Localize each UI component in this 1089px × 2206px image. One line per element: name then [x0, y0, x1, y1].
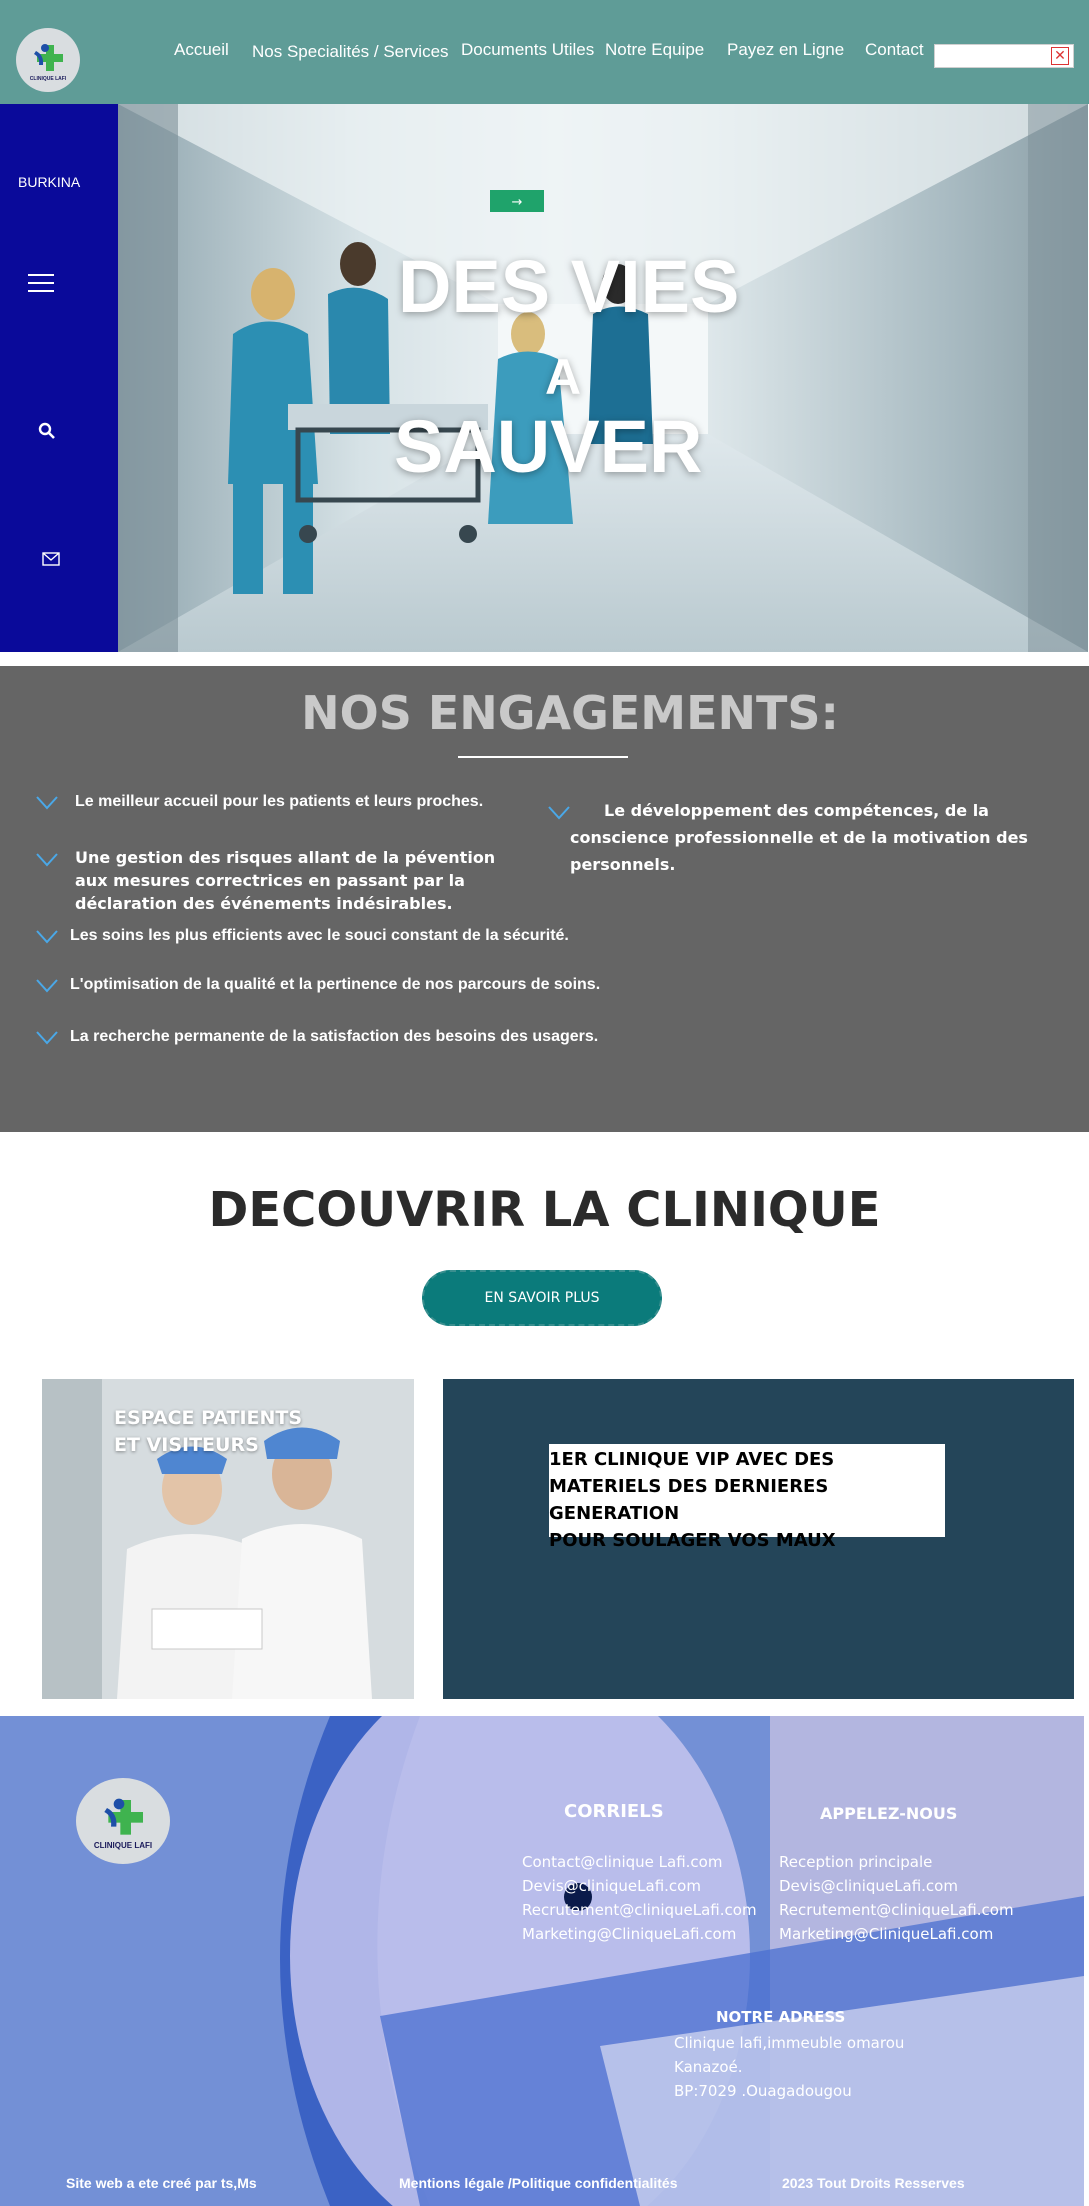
- mri-scanner-image: [0, 1716, 1084, 2206]
- adress-title: NOTRE ADRESS: [716, 2008, 846, 2026]
- appelez-line: Reception principale: [779, 1853, 933, 1871]
- logo-text: CLINIQUE LAFI: [29, 75, 67, 82]
- search-input[interactable]: ✕: [934, 44, 1074, 68]
- engagement-item: Une gestion des risques allant de la pév…: [75, 848, 496, 913]
- engagements-title: NOS ENGAGEMENTS:: [301, 686, 839, 740]
- decouvrir-title: DECOUVRIR LA CLINIQUE: [208, 1182, 881, 1238]
- nav-equipe[interactable]: Notre Equipe: [605, 40, 704, 60]
- search-icon[interactable]: [38, 422, 56, 440]
- engagement-item: Le développement des compétences, de la …: [570, 801, 1028, 874]
- hero-title-line2: A: [545, 349, 582, 405]
- logo-text: CLINIQUE LAFI: [93, 1841, 153, 1850]
- site-header: CLINIQUE LAFI Accueil Nos Specialités / …: [0, 0, 1089, 104]
- engagement-item: Le meilleur accueil pour les patients et…: [75, 793, 484, 810]
- chevron-down-icon: [548, 806, 570, 820]
- corriels-title: CORRIELS: [564, 1801, 664, 1822]
- chevron-down-icon: [36, 930, 58, 944]
- hero-banner: → BURKINA DES VIES A SAUVER: [0, 104, 1089, 652]
- chevron-down-icon: [36, 796, 58, 810]
- vip-text: 1ER CLINIQUE VIP AVEC DES MATERIELS DES …: [549, 1449, 836, 1551]
- sidebar-label: BURKINA: [18, 174, 81, 190]
- en-savoir-plus-button[interactable]: EN SAVOIR PLUS: [422, 1270, 662, 1326]
- mentions-link[interactable]: Mentions légale /Politique confidentiali…: [399, 2175, 677, 2191]
- corriel-email[interactable]: Recrutement@cliniqueLafi.com: [522, 1898, 757, 1922]
- chevron-down-icon: [36, 1031, 58, 1045]
- nav-payez[interactable]: Payez en Ligne: [727, 40, 844, 60]
- chevron-down-icon: [36, 853, 58, 867]
- title-underline: [458, 756, 628, 758]
- exit-sign: →: [512, 195, 523, 210]
- nav-specialites[interactable]: Nos Specialités / Services: [252, 42, 449, 62]
- nav-documents[interactable]: Documents Utiles: [461, 40, 594, 60]
- appelez-email[interactable]: Marketing@CliniqueLafi.com: [779, 1922, 993, 1946]
- adress-line: Clinique lafi,immeuble omarou: [674, 2034, 905, 2052]
- nav-accueil[interactable]: Accueil: [174, 40, 229, 60]
- menu-icon[interactable]: [28, 274, 54, 294]
- engagement-item: L'optimisation de la qualité et la perti…: [70, 976, 601, 993]
- corriel-email[interactable]: Marketing@CliniqueLafi.com: [522, 1922, 736, 1946]
- corriel-email[interactable]: Devis@cliniqueLafi.com: [522, 1874, 701, 1898]
- appelez-title: APPELEZ-NOUS: [820, 1804, 958, 1823]
- site-credit: Site web a ete creé par ts,Ms: [66, 2175, 257, 2191]
- hero-title-line3: SAUVER: [394, 405, 703, 488]
- adress-line: Kanazoé.: [674, 2058, 743, 2076]
- medical-cross-logo-icon: [104, 1798, 143, 1835]
- copyright-text: 2023 Tout Droits Resserves: [782, 2175, 965, 2191]
- adress-line: BP:7029 .Ouagadougou: [674, 2082, 852, 2100]
- espace-patients-label: ESPACE PATIENTS ET VISITEURS: [114, 1407, 303, 1456]
- appelez-email[interactable]: Recrutement@cliniqueLafi.com: [779, 1898, 1014, 1922]
- corriel-email[interactable]: Contact@clinique Lafi.com: [522, 1850, 722, 1874]
- main-nav: Accueil Nos Specialités / Services Docum…: [0, 40, 1089, 64]
- vip-text-box: 1ER CLINIQUE VIP AVEC DES MATERIELS DES …: [549, 1444, 945, 1551]
- engagement-item: Les soins les plus efficients avec le so…: [70, 927, 569, 944]
- appelez-email[interactable]: Devis@cliniqueLafi.com: [779, 1874, 958, 1898]
- vip-panel: 1ER CLINIQUE VIP AVEC DES MATERIELS DES …: [443, 1379, 1074, 1699]
- espace-patients-card[interactable]: ESPACE PATIENTS ET VISITEURS: [42, 1379, 414, 1699]
- nav-contact[interactable]: Contact: [865, 40, 924, 60]
- engagement-item: La recherche permanente de la satisfacti…: [70, 1028, 599, 1045]
- site-footer: CLINIQUE LAFI CORRIELS Contact@clinique …: [0, 1716, 1084, 2206]
- hospital-corridor-image: →: [118, 104, 1088, 652]
- hero-title-line1: DES VIES: [398, 245, 740, 328]
- chevron-down-icon: [36, 979, 58, 993]
- footer-logo[interactable]: CLINIQUE LAFI: [76, 1778, 170, 1864]
- close-icon[interactable]: ✕: [1051, 47, 1069, 65]
- engagements-section: NOS ENGAGEMENTS: Le meilleur accueil pou…: [0, 666, 1089, 1132]
- blue-sidebar: BURKINA: [0, 104, 118, 652]
- envelope-icon[interactable]: [42, 552, 60, 566]
